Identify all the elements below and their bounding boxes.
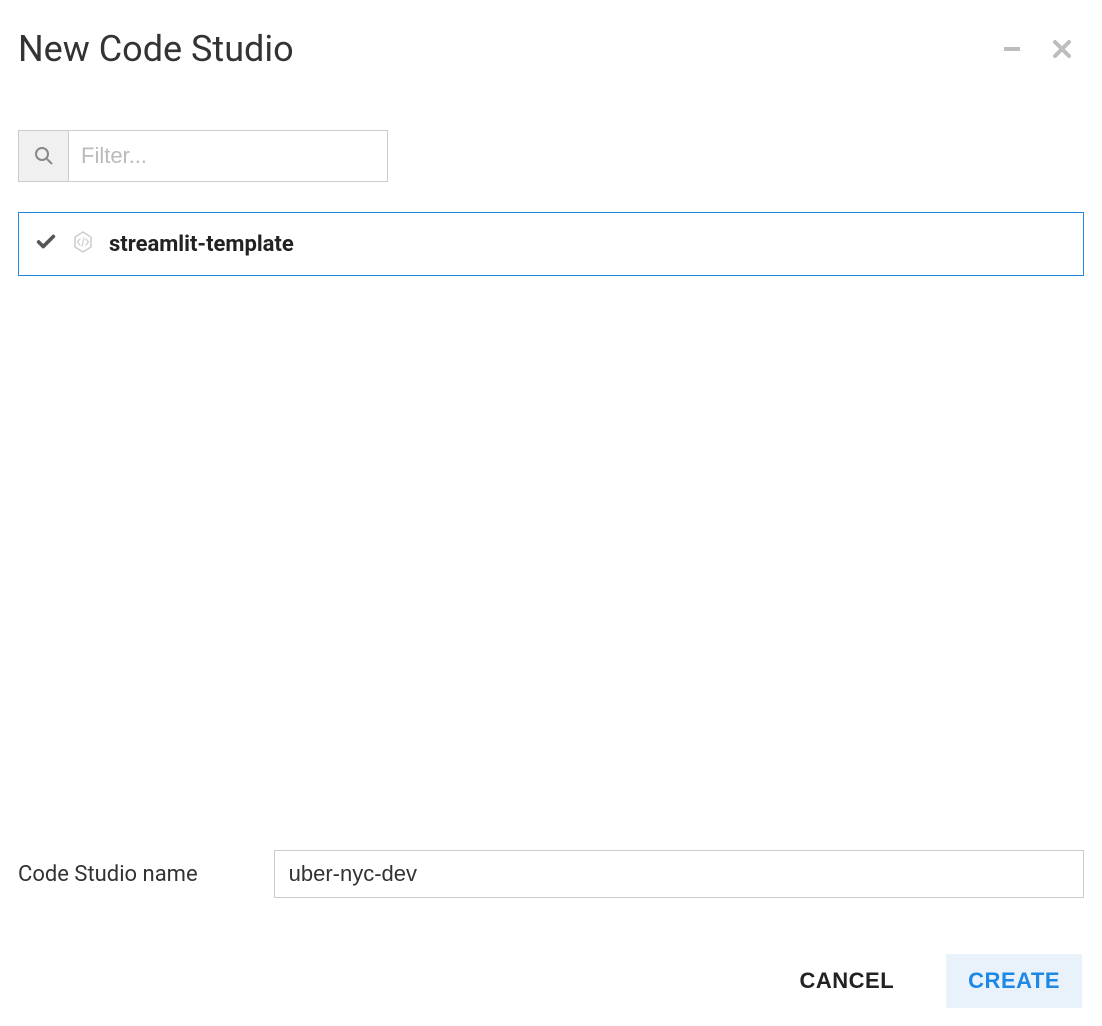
template-list: streamlit-template (18, 212, 1084, 850)
search-box (18, 130, 388, 182)
dialog-title: New Code Studio (18, 28, 294, 70)
minimize-icon[interactable] (1002, 39, 1022, 59)
close-icon[interactable] (1052, 39, 1072, 59)
code-icon (71, 230, 95, 258)
template-item-streamlit[interactable]: streamlit-template (18, 212, 1084, 276)
filter-input[interactable] (69, 131, 387, 181)
window-controls (1002, 39, 1084, 59)
name-row: Code Studio name (18, 850, 1084, 898)
search-icon (19, 131, 69, 181)
template-label: streamlit-template (109, 232, 294, 257)
name-field-label: Code Studio name (18, 862, 198, 887)
filter-row (18, 130, 1084, 182)
dialog-footer: CANCEL CREATE (18, 954, 1084, 1008)
dialog-header: New Code Studio (18, 28, 1084, 70)
cancel-button[interactable]: CANCEL (778, 954, 917, 1008)
check-icon (35, 231, 57, 257)
create-button[interactable]: CREATE (946, 954, 1082, 1008)
name-input[interactable] (274, 850, 1084, 898)
